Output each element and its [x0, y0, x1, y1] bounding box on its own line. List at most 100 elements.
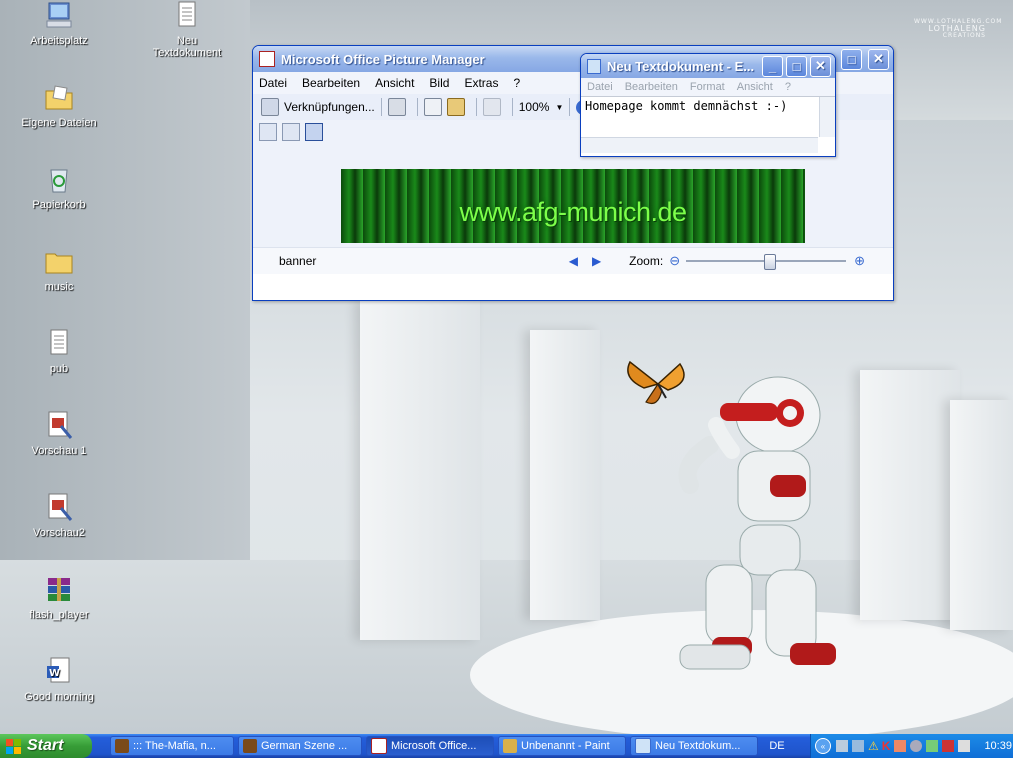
image-document-icon: [48, 493, 73, 521]
clock[interactable]: 10:39: [984, 740, 1012, 752]
desktop-icon-label: Vorschau2: [33, 527, 85, 539]
windows-logo-icon: [6, 738, 21, 754]
zoom-in-icon[interactable]: ⊕: [854, 253, 865, 269]
shortcuts-button[interactable]: Verknüpfungen...: [284, 100, 375, 114]
menu-ansicht[interactable]: Ansicht: [737, 81, 773, 93]
filename-label: banner: [279, 254, 317, 268]
desktop-icon-papierkorb[interactable]: Papierkorb: [14, 164, 104, 211]
maximize-button[interactable]: □: [841, 48, 862, 70]
desktop-icon-neu-textdokument[interactable]: Neu Textdokument: [142, 0, 232, 59]
close-button[interactable]: ✕: [868, 48, 889, 70]
previous-arrow-icon[interactable]: ◀: [569, 254, 578, 268]
notepad-text-area[interactable]: Homepage kommt demnächst :-): [581, 96, 835, 153]
menu-help[interactable]: ?: [513, 76, 520, 90]
antivirus-icon[interactable]: K: [882, 739, 891, 753]
menu-extras[interactable]: Extras: [464, 76, 498, 90]
vertical-scrollbar[interactable]: [819, 97, 835, 137]
zoom-slider-thumb[interactable]: [764, 254, 777, 270]
next-arrow-icon[interactable]: ▶: [592, 254, 601, 268]
volume-icon[interactable]: [958, 740, 971, 752]
language-indicator[interactable]: DE: [766, 740, 788, 752]
filmstrip-view-icon[interactable]: [282, 123, 300, 141]
zoom-label: Zoom:: [629, 254, 664, 268]
horizontal-scrollbar[interactable]: [581, 137, 818, 153]
desktop-icon-label: Vorschau 1: [31, 445, 87, 457]
winrar-archive-icon: [48, 578, 70, 601]
menu-datei[interactable]: Datei: [259, 76, 287, 90]
paste-icon[interactable]: [446, 98, 465, 116]
text-document-icon: [178, 1, 196, 27]
close-button[interactable]: ✕: [810, 55, 831, 77]
desktop-icon-flash-player[interactable]: flash_player: [14, 574, 104, 621]
menu-format[interactable]: Format: [690, 81, 725, 93]
desktop-icon-label: pub: [49, 363, 69, 375]
menu-bearbeiten[interactable]: Bearbeiten: [302, 76, 360, 90]
desktop-icon-arbeitsplatz[interactable]: Arbeitsplatz: [14, 0, 104, 47]
menu-bild[interactable]: Bild: [429, 76, 449, 90]
zoom-out-icon[interactable]: ⊖: [669, 253, 680, 269]
network-icon[interactable]: [836, 740, 848, 752]
taskbar-item-notepad[interactable]: Neu Textdokum...: [630, 736, 758, 756]
paint-icon: [503, 739, 517, 753]
start-button[interactable]: Start: [0, 734, 92, 758]
desktop-icon-vorschau2[interactable]: Vorschau2: [14, 492, 104, 539]
menu-datei[interactable]: Datei: [587, 81, 613, 93]
undo-icon[interactable]: [482, 98, 501, 116]
picture-manager-statusbar: banner ◀ ▶ Zoom: ⊖ ⊕: [253, 247, 893, 274]
banner-text: www.afg-munich.de: [459, 196, 687, 227]
print-icon[interactable]: [387, 98, 406, 116]
warning-icon[interactable]: ⚠: [868, 739, 879, 753]
maximize-button[interactable]: □: [786, 55, 807, 77]
taskbar-item-german-szene[interactable]: German Szene ...: [238, 736, 362, 756]
notepad-icon: [635, 738, 651, 754]
monitor-icon[interactable]: [852, 740, 864, 752]
notepad-menubar: Datei Bearbeiten Format Ansicht ?: [581, 78, 835, 96]
tray-app-icon[interactable]: [942, 740, 955, 752]
image-document-icon: [48, 411, 73, 439]
thumbnail-view-icon[interactable]: [259, 123, 277, 141]
desktop-icon-good-morning[interactable]: W Good morning: [14, 656, 104, 703]
zoom-select[interactable]: 100% ▼: [519, 100, 564, 114]
minimize-button[interactable]: _: [762, 55, 783, 77]
desktop-icon-vorschau-1[interactable]: Vorschau 1: [14, 410, 104, 457]
notepad-window[interactable]: Neu Textdokument - E... _ □ ✕ Datei Bear…: [580, 53, 836, 157]
menu-help[interactable]: ?: [785, 81, 791, 93]
zoom-slider[interactable]: [686, 254, 847, 270]
word-document-icon: W: [47, 657, 70, 683]
my-computer-icon: [46, 2, 72, 28]
notepad-titlebar[interactable]: Neu Textdokument - E... _ □ ✕: [581, 54, 835, 78]
tray-app-icon[interactable]: [910, 740, 923, 752]
wallpaper-logo: WWW.LOTHALENG.COM LOTHALENG CREATIONS: [914, 18, 1003, 39]
picture-manager-icon: [371, 738, 387, 754]
single-picture-view-icon[interactable]: [305, 123, 323, 141]
web-page-icon: [243, 739, 257, 753]
menu-bearbeiten[interactable]: Bearbeiten: [625, 81, 678, 93]
copy-icon[interactable]: [423, 98, 442, 116]
my-documents-icon: [45, 85, 73, 110]
tray-expand-icon[interactable]: «: [815, 738, 831, 754]
notepad-content: Homepage kommt demnächst :-): [585, 99, 788, 113]
folder-icon: [45, 253, 73, 274]
menu-ansicht[interactable]: Ansicht: [375, 76, 414, 90]
desktop-icon-pub[interactable]: pub: [14, 328, 104, 375]
taskbar-item-paint[interactable]: Unbenannt - Paint: [498, 736, 626, 756]
taskbar-item-picture-manager[interactable]: Microsoft Office...: [366, 736, 494, 756]
view-mode-buttons: [259, 123, 323, 141]
desktop-icon-label: Good morning: [24, 691, 94, 703]
desktop-icon-label: Arbeitsplatz: [30, 35, 88, 47]
recycle-bin-icon: [50, 169, 68, 193]
desktop-icon-label: Papierkorb: [32, 199, 86, 211]
desktop-icon-music[interactable]: music: [14, 246, 104, 293]
desktop-icon-label: Neu Textdokument: [152, 35, 222, 59]
tray-app-icon[interactable]: [926, 740, 939, 752]
taskbar-item-the-mafia[interactable]: ::: The-Mafia, n...: [110, 736, 234, 756]
tray-app-icon[interactable]: [894, 740, 907, 752]
desktop-icon-eigene-dateien[interactable]: Eigene Dateien: [14, 82, 104, 129]
chevron-down-icon: ▼: [555, 102, 564, 112]
window-title: Microsoft Office Picture Manager: [281, 51, 485, 67]
picture-manager-app-icon: [259, 51, 275, 67]
desktop-icon-label: flash_player: [29, 609, 89, 621]
system-tray: « ⚠ K 10:39: [810, 734, 1013, 758]
text-document-icon: [50, 329, 68, 355]
desktop-icon-label: Eigene Dateien: [21, 117, 97, 129]
